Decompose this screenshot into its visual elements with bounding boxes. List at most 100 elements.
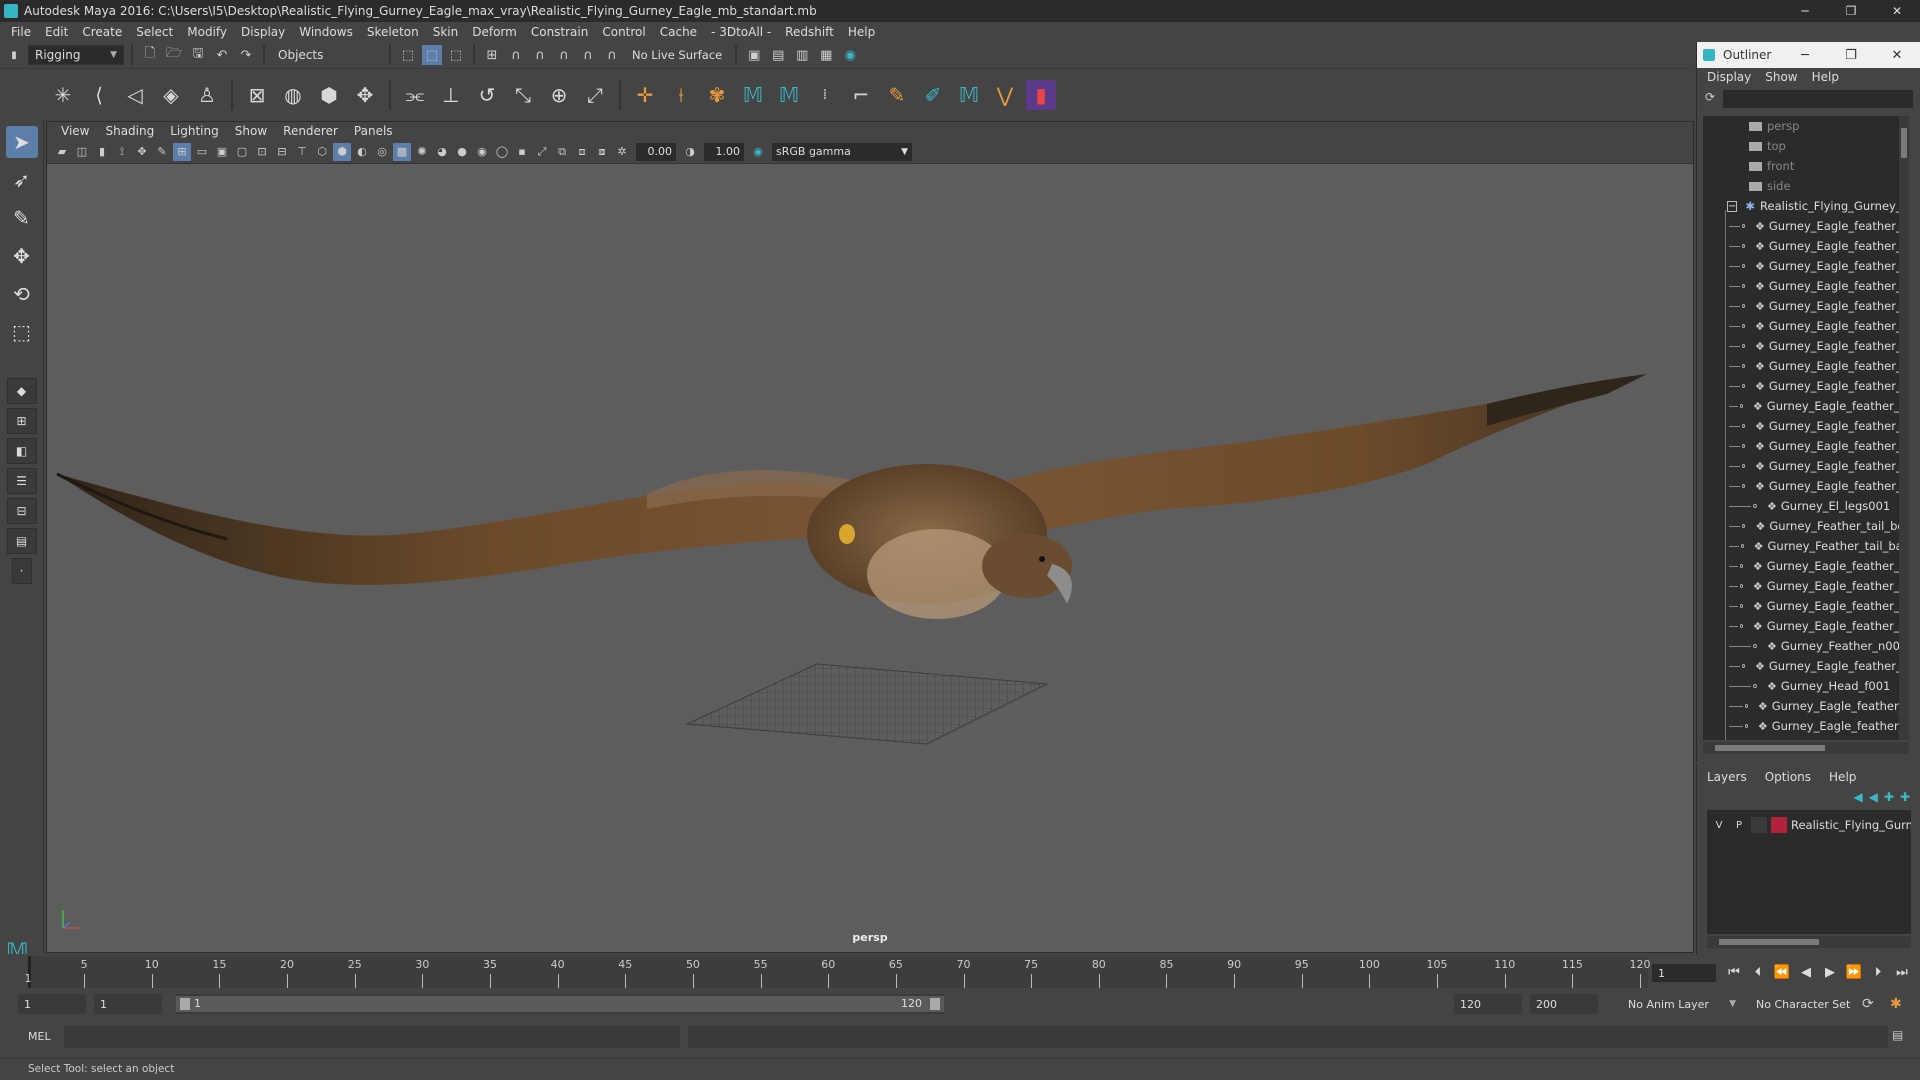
lattice-icon[interactable]: ⬢ xyxy=(314,80,344,110)
tree-item[interactable]: ❖ Gurney_Eagle_feather_b xyxy=(1703,236,1909,256)
tree-item-camera[interactable]: side xyxy=(1703,176,1909,196)
tree-item-camera[interactable]: persp xyxy=(1703,116,1909,136)
xray-icon[interactable]: ⧉ xyxy=(553,143,571,161)
vp-menu-panels[interactable]: Panels xyxy=(346,124,401,138)
tree-item[interactable]: ❖ Gurney_Eagle_feather_b xyxy=(1703,356,1909,376)
layers-menu-layers[interactable]: Layers xyxy=(1707,770,1765,784)
step-back-frame-icon[interactable]: ⏴ xyxy=(1748,962,1768,982)
menu-windows[interactable]: Windows xyxy=(292,25,360,39)
menu-edit[interactable]: Edit xyxy=(38,25,75,39)
tree-item[interactable]: ❖ Gurney_Eagle_feather_t xyxy=(1703,716,1909,736)
humanik-icon[interactable]: ♙ xyxy=(192,80,222,110)
wireframe-on-shaded-icon[interactable]: ◎ xyxy=(373,143,391,161)
blend-shape-icon[interactable]: ⁞ xyxy=(810,80,840,110)
shelf-plugin-icon[interactable]: ▮ xyxy=(1026,79,1056,110)
snap-grid-icon[interactable]: ⊞ xyxy=(482,45,502,65)
menuset-dropdown[interactable]: Rigging ▼ xyxy=(28,45,124,65)
skin-tool-icon[interactable]: ✐ xyxy=(918,80,948,110)
scrollbar-thumb[interactable] xyxy=(1901,128,1907,158)
joint-tool-icon[interactable]: ✳ xyxy=(48,80,78,110)
step-forward-key-icon[interactable]: ⏩ xyxy=(1844,962,1864,982)
camera-attr-icon[interactable]: ◫ xyxy=(73,143,91,161)
anti-aliasing-icon[interactable]: ◯ xyxy=(493,143,511,161)
scrollbar-thumb[interactable] xyxy=(1715,745,1825,751)
motion-blur-icon[interactable]: ◉ xyxy=(473,143,491,161)
wireframe-icon[interactable]: ⬡ xyxy=(313,143,331,161)
resolution-gate-icon[interactable]: ▣ xyxy=(213,143,231,161)
xray-components-icon[interactable]: ⧇ xyxy=(593,143,611,161)
menu-constrain[interactable]: Constrain xyxy=(524,25,596,39)
parent-constraint-icon[interactable]: ⫘ xyxy=(400,80,430,110)
menu-3dtoall[interactable]: - 3DtoAll - xyxy=(704,25,778,39)
rotate-tool-icon[interactable]: ⟲ xyxy=(6,278,38,310)
tree-item[interactable]: ❖ Gurney_Feather_tail_bot xyxy=(1703,516,1909,536)
depth-of-field-icon[interactable]: ▪ xyxy=(513,143,531,161)
step-forward-frame-icon[interactable]: ⏵ xyxy=(1868,962,1888,982)
tree-item[interactable]: ❖ Gurney_Eagle_feather_w xyxy=(1703,616,1909,636)
vp-menu-show[interactable]: Show xyxy=(227,124,275,138)
outliner-horizontal-scrollbar[interactable] xyxy=(1703,742,1909,754)
save-scene-icon[interactable]: 🖫 xyxy=(188,45,208,65)
isolate-select-icon[interactable]: ⤢ xyxy=(533,143,551,161)
ik-handle-icon[interactable]: ◁ xyxy=(120,80,150,110)
snap-point-icon[interactable]: ∩ xyxy=(530,45,550,65)
snap-curve-icon[interactable]: ∩ xyxy=(506,45,526,65)
preferences-icon[interactable]: ✱ xyxy=(1890,996,1902,1012)
outliner-vertical-scrollbar[interactable] xyxy=(1899,116,1909,740)
outliner-menu-help[interactable]: Help xyxy=(1812,70,1853,84)
shadows-icon[interactable]: ◕ xyxy=(433,143,451,161)
tree-item[interactable]: ❖ Gurney_Eagle_feather_p xyxy=(1703,336,1909,356)
render-current-frame-icon[interactable]: ▤ xyxy=(768,45,788,65)
scale-constraint-icon[interactable]: ⤡ xyxy=(508,80,538,110)
minimize-button[interactable]: ─ xyxy=(1782,0,1828,22)
playback-start-field[interactable]: 1 xyxy=(94,994,162,1014)
gamma-field[interactable]: 1.00 xyxy=(704,142,744,161)
time-slider-track[interactable]: 1 5 10 15 20 25 30 35 40 45 50 55 60 65 70 75 80 85 90 95 10… xyxy=(25,956,1651,988)
xray-joints-icon[interactable]: ⧈ xyxy=(573,143,591,161)
collapse-handle-icon[interactable]: ▮ xyxy=(4,45,24,65)
tree-item[interactable]: ❖ Gurney_Eagle_feather_b xyxy=(1703,376,1909,396)
menu-modify[interactable]: Modify xyxy=(180,25,234,39)
bookmark-icon[interactable]: ▮ xyxy=(93,143,111,161)
maya-m3-icon[interactable]: 𝕄 xyxy=(954,80,984,110)
screen-space-ao-icon[interactable]: ● xyxy=(453,143,471,161)
locator-icon[interactable]: ✛ xyxy=(630,80,660,110)
image-plane-icon[interactable]: ⟟ xyxy=(113,143,131,161)
move-tool-icon[interactable]: ✥ xyxy=(6,240,38,272)
ik-spline-icon[interactable]: ◈ xyxy=(156,80,186,110)
maya-m2-icon[interactable]: 𝕄 xyxy=(774,80,804,110)
use-all-lights-icon[interactable]: ✺ xyxy=(413,143,431,161)
layer-visibility-toggle[interactable]: V xyxy=(1711,817,1727,833)
layer-list[interactable]: V P Realistic_Flying_Gurne xyxy=(1707,810,1911,934)
safe-action-icon[interactable]: ⊟ xyxy=(273,143,291,161)
hypershade-layout-icon[interactable]: ▤ xyxy=(6,528,37,554)
ipr-render-icon[interactable]: ▥ xyxy=(792,45,812,65)
move-layer-up-icon[interactable]: ◀ xyxy=(1853,790,1862,804)
select-tool-icon[interactable]: ➤ xyxy=(5,126,38,158)
tree-item[interactable]: ❖ Gurney_Head_f001 xyxy=(1703,676,1909,696)
menu-cache[interactable]: Cache xyxy=(653,25,704,39)
tree-item-camera[interactable]: front xyxy=(1703,156,1909,176)
viewport-scene[interactable]: persp xyxy=(47,164,1693,952)
new-scene-icon[interactable]: 🗋 xyxy=(140,45,160,65)
close-button[interactable]: ✕ xyxy=(1874,0,1920,22)
exposure-icon[interactable]: ✲ xyxy=(613,143,631,161)
menu-file[interactable]: File xyxy=(4,25,38,39)
menu-redshift[interactable]: Redshift xyxy=(778,25,841,39)
grease-pencil-icon[interactable]: ✎ xyxy=(153,143,171,161)
view-transform-dropdown[interactable]: sRGB gamma ▼ xyxy=(772,142,912,161)
point-constraint-icon[interactable]: ⊥ xyxy=(436,80,466,110)
film-gate-icon[interactable]: ▭ xyxy=(193,143,211,161)
step-back-key-icon[interactable]: ⏪ xyxy=(1772,962,1792,982)
vp-menu-lighting[interactable]: Lighting xyxy=(162,124,227,138)
new-layer-icon[interactable]: ✚ xyxy=(1884,790,1894,804)
layer-color-swatch[interactable] xyxy=(1771,817,1787,833)
four-layout-icon[interactable]: ⊞ xyxy=(6,408,37,434)
layer-display-type-toggle[interactable] xyxy=(1751,817,1767,833)
tree-item[interactable]: ❖ Gurney_Feather_n001 xyxy=(1703,636,1909,656)
camera-select-icon[interactable]: ▰ xyxy=(53,143,71,161)
tree-item[interactable]: ❖ Gurney_Eagle_feather_b xyxy=(1703,316,1909,336)
vp-menu-view[interactable]: View xyxy=(53,124,97,138)
render-view-icon[interactable]: ▣ xyxy=(744,45,764,65)
tree-item[interactable]: ❖ Gurney_Eagle_feather_b xyxy=(1703,216,1909,236)
